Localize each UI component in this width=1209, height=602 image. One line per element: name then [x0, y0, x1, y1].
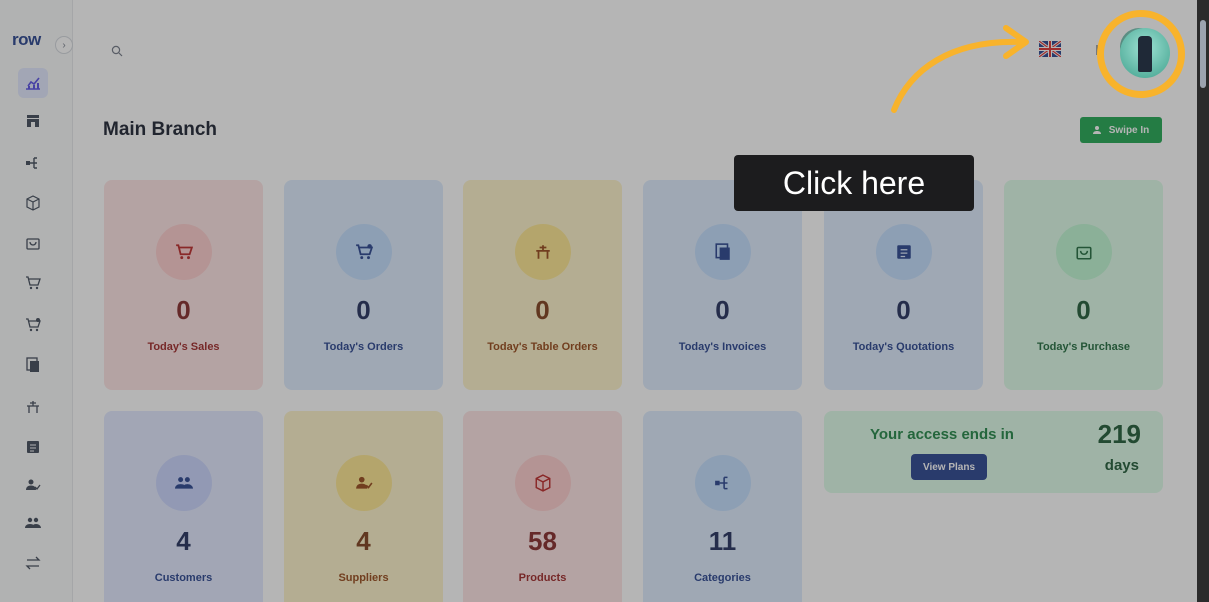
- cart-add-icon: [26, 318, 41, 332]
- stat-value: 11: [708, 526, 737, 556]
- stat-icon-circle: [694, 224, 751, 280]
- bag-icon: [1075, 246, 1092, 260]
- logo: row: [12, 30, 41, 49]
- hierarchy-icon: [26, 157, 37, 169]
- invoice-icon: [714, 243, 730, 260]
- sidebar-item-customers[interactable]: [18, 508, 48, 538]
- user-check-icon: [1092, 126, 1101, 134]
- box-icon: [535, 474, 550, 492]
- quotation-icon: [27, 441, 39, 453]
- stat-icon-circle: [335, 224, 392, 280]
- cart-add-icon: [355, 244, 373, 260]
- access-card: Your access ends in 219 days View Plans: [824, 411, 1163, 493]
- stat-card-suppliers[interactable]: 4 Suppliers: [284, 411, 443, 602]
- sidebar: row ›: [0, 0, 73, 602]
- stat-label: Categories: [694, 572, 751, 584]
- stat-card-products[interactable]: 58 Products: [463, 411, 622, 602]
- access-text: Your access ends in: [870, 426, 1014, 443]
- sidebar-item-store[interactable]: [18, 106, 48, 136]
- stat-label: Today's Invoices: [678, 341, 767, 353]
- sidebar-item-invoices[interactable]: [18, 350, 48, 380]
- swipe-in-button[interactable]: Swipe In: [1080, 117, 1162, 143]
- sidebar-item-quotations[interactable]: [18, 432, 48, 462]
- stat-card-table-orders[interactable]: 0 Today's Table Orders: [463, 180, 622, 390]
- stat-value: 0: [896, 295, 911, 325]
- stat-label: Today's Sales: [147, 341, 220, 353]
- sidebar-toggle-button[interactable]: ›: [55, 36, 73, 54]
- stat-label: Today's Purchase: [1037, 341, 1130, 353]
- bag-icon: [26, 238, 40, 250]
- sidebar-item-suppliers[interactable]: [18, 470, 48, 500]
- page-title: Main Branch: [103, 119, 218, 140]
- stat-label: Products: [518, 572, 567, 584]
- transfer-icon: [25, 556, 41, 570]
- pointer-arrow-icon: [891, 25, 1029, 113]
- sidebar-item-categories[interactable]: [18, 148, 48, 178]
- user-check-icon: [26, 479, 41, 490]
- stat-card-invoices[interactable]: 0 Today's Invoices: [643, 180, 802, 390]
- stat-icon-circle: [335, 455, 392, 511]
- scrollbar[interactable]: [1197, 0, 1209, 602]
- stat-value: 0: [356, 295, 371, 325]
- sidebar-item-transfers[interactable]: [18, 548, 48, 578]
- access-days-label: days: [1104, 457, 1139, 474]
- stat-label: Customers: [154, 572, 213, 584]
- search-icon: [111, 45, 123, 57]
- uk-flag-icon: [1038, 39, 1062, 59]
- stat-value: 0: [176, 295, 191, 325]
- stat-value: 0: [535, 295, 550, 325]
- highlight-ring: [1097, 10, 1185, 98]
- stat-icon-circle: [694, 455, 751, 511]
- cart-icon: [175, 244, 193, 260]
- stat-card-quotations[interactable]: 0 Today's Quotations: [824, 180, 983, 390]
- sidebar-item-dashboard[interactable]: [18, 68, 48, 98]
- stat-icon-circle: [1055, 224, 1112, 280]
- users-icon: [25, 517, 41, 528]
- stat-value: 0: [1076, 295, 1091, 325]
- stat-icon-circle: [514, 455, 571, 511]
- store-icon: [27, 115, 39, 127]
- table-icon: [27, 401, 39, 413]
- search-button[interactable]: [111, 44, 123, 62]
- chart-icon: [26, 77, 40, 90]
- stat-card-sales[interactable]: 0 Today's Sales: [104, 180, 263, 390]
- view-plans-button[interactable]: View Plans: [911, 454, 987, 480]
- stat-card-customers[interactable]: 4 Customers: [104, 411, 263, 602]
- users-icon: [174, 477, 193, 489]
- stat-icon-circle: [155, 455, 212, 511]
- invoice-icon: [26, 357, 39, 372]
- scrollbar-thumb[interactable]: [1200, 20, 1206, 88]
- swipe-in-label: Swipe In: [1108, 124, 1150, 136]
- sidebar-item-purchase[interactable]: [18, 228, 48, 258]
- stat-value: 0: [715, 295, 730, 325]
- stat-label: Today's Table Orders: [487, 341, 598, 353]
- access-days-count: 219: [1097, 419, 1141, 449]
- quotation-icon: [896, 245, 911, 259]
- stat-icon-circle: [514, 224, 571, 280]
- stat-icon-circle: [155, 224, 212, 280]
- stat-value: 4: [356, 526, 371, 556]
- table-icon: [535, 245, 550, 259]
- stat-label: Today's Orders: [323, 341, 404, 353]
- stat-icon-circle: [875, 224, 932, 280]
- stat-label: Suppliers: [338, 572, 389, 584]
- sidebar-item-sales[interactable]: [18, 268, 48, 298]
- cart-icon: [26, 276, 41, 290]
- tooltip: Click here: [734, 155, 974, 211]
- hierarchy-icon: [714, 476, 727, 490]
- app-frame: row › Main Branch Swipe In 0 Today's Sal…: [0, 0, 1209, 602]
- stat-card-orders[interactable]: 0 Today's Orders: [284, 180, 443, 390]
- sidebar-item-orders[interactable]: [18, 310, 48, 340]
- sidebar-item-table-orders[interactable]: [18, 392, 48, 422]
- box-icon: [26, 195, 40, 211]
- sidebar-item-products[interactable]: [18, 188, 48, 218]
- language-selector[interactable]: [1038, 39, 1062, 59]
- stat-value: 58: [528, 526, 557, 556]
- user-check-icon: [355, 476, 373, 489]
- stat-value: 4: [176, 526, 191, 556]
- stat-card-categories[interactable]: 11 Categories: [643, 411, 802, 602]
- stat-label: Today's Quotations: [852, 341, 955, 353]
- stat-card-purchase[interactable]: 0 Today's Purchase: [1004, 180, 1163, 390]
